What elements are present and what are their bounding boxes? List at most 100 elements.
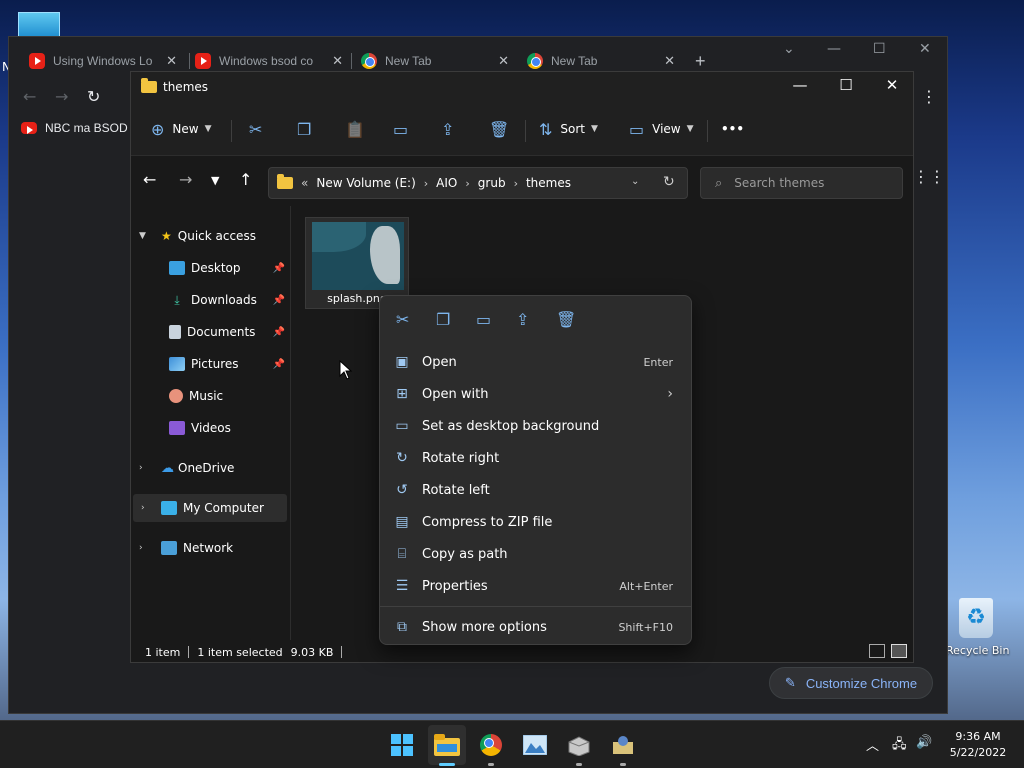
- back-icon[interactable]: ←: [23, 87, 36, 106]
- pin-icon: 📌: [272, 262, 285, 274]
- nav-item-music[interactable]: Music: [131, 382, 289, 410]
- breadcrumb-item[interactable]: AIO: [436, 176, 457, 190]
- start-windows-icon[interactable]: [388, 731, 416, 759]
- view-button[interactable]: ▭ View ▼: [629, 116, 694, 142]
- rename-button[interactable]: ▭: [393, 116, 416, 142]
- back-icon[interactable]: ←: [143, 170, 156, 189]
- close-tab-icon[interactable]: ✕: [498, 53, 509, 69]
- address-bar[interactable]: « New Volume (E:) › AIO › grub › themes …: [268, 167, 688, 199]
- details-view-icon[interactable]: [869, 644, 885, 658]
- context-quick-actions: ✂ ❐ ▭ ⇪ 🗑: [380, 304, 691, 336]
- nav-onedrive[interactable]: › ☁ OneDrive: [131, 454, 289, 482]
- chevron-right-icon[interactable]: ›: [139, 463, 143, 473]
- clock[interactable]: 9:36 AM 5/22/2022: [940, 729, 1016, 761]
- star-icon: ★: [161, 229, 172, 243]
- copy-button[interactable]: ❐: [297, 116, 319, 142]
- network-tray-icon[interactable]: 🖧: [892, 735, 907, 757]
- menu-item-copy-path[interactable]: ⌸ Copy as path: [384, 539, 687, 569]
- folder-icon: [141, 78, 157, 93]
- chevron-down-icon[interactable]: ▼: [139, 231, 146, 241]
- refresh-icon[interactable]: ↻: [663, 174, 675, 190]
- recent-locations-icon[interactable]: ▼: [211, 174, 219, 187]
- installer-box-icon[interactable]: [565, 731, 593, 759]
- menu-item-open-with[interactable]: ⊞ Open with ›: [384, 379, 687, 409]
- menu-label: Show more options: [422, 619, 547, 635]
- trash-icon[interactable]: 🗑: [556, 310, 576, 329]
- image-viewer-icon[interactable]: [521, 731, 549, 759]
- address-row: ← → ▼ ↑ « New Volume (E:) › AIO › grub ›…: [131, 156, 913, 206]
- breadcrumb-item[interactable]: New Volume (E:): [316, 176, 415, 190]
- copy-icon[interactable]: ❐: [436, 310, 450, 329]
- minimize-icon[interactable]: —: [777, 76, 823, 94]
- window-title: themes: [163, 80, 209, 94]
- nav-item-downloads[interactable]: ⤓ Downloads 📌: [131, 286, 289, 314]
- new-button[interactable]: ⊕ New ▼: [151, 116, 212, 142]
- nav-item-pictures[interactable]: Pictures 📌: [131, 350, 289, 378]
- thumbnail-view-icon[interactable]: [891, 644, 907, 658]
- breadcrumb-item[interactable]: grub: [478, 176, 506, 190]
- chevron-up-icon[interactable]: ︿: [866, 735, 879, 754]
- clock-date: 5/22/2022: [949, 746, 1007, 759]
- nav-network[interactable]: › Network: [131, 534, 289, 562]
- breadcrumb-item[interactable]: themes: [526, 176, 571, 190]
- customize-chrome-button[interactable]: ✎ Customize Chrome: [769, 667, 933, 699]
- menu-icon[interactable]: ⋮: [921, 87, 937, 106]
- close-icon[interactable]: ✕: [919, 41, 931, 57]
- sort-button[interactable]: ⇅ Sort ▼: [539, 116, 598, 142]
- pictures-icon: [169, 357, 185, 371]
- up-icon[interactable]: ↑: [239, 170, 252, 189]
- close-icon[interactable]: ✕: [869, 76, 915, 94]
- file-explorer-icon[interactable]: [433, 731, 461, 759]
- menu-item-show-more[interactable]: ⧉ Show more options Shift+F10: [384, 612, 687, 642]
- chevron-down-icon: ▼: [686, 124, 694, 134]
- chevron-right-icon[interactable]: ›: [141, 503, 145, 513]
- scissors-icon[interactable]: ✂: [396, 310, 409, 329]
- menu-item-compress-zip[interactable]: ▤ Compress to ZIP file: [384, 507, 687, 537]
- rename-icon[interactable]: ▭: [476, 310, 491, 329]
- pencil-icon: ✎: [784, 675, 796, 690]
- wallpaper-icon: ▭: [395, 418, 409, 434]
- reload-icon[interactable]: ↻: [87, 87, 100, 106]
- breadcrumb-overflow[interactable]: «: [301, 176, 308, 190]
- minimize-icon[interactable]: —: [827, 41, 841, 57]
- menu-item-rotate-left[interactable]: ↺ Rotate left: [384, 475, 687, 505]
- delete-button[interactable]: 🗑: [489, 116, 517, 142]
- forward-icon[interactable]: →: [179, 170, 192, 189]
- desktop-app-icon[interactable]: [18, 12, 60, 38]
- chrome-icon[interactable]: [477, 731, 505, 759]
- maximize-icon[interactable]: ☐: [873, 41, 886, 57]
- close-tab-icon[interactable]: ✕: [166, 53, 177, 69]
- chevron-right-icon[interactable]: ›: [139, 543, 143, 553]
- share-button[interactable]: ⇪: [441, 116, 462, 142]
- share-icon[interactable]: ⇪: [516, 310, 529, 329]
- apps-grid-icon[interactable]: ⋮⋮: [913, 167, 945, 186]
- maximize-icon[interactable]: ☐: [823, 76, 869, 94]
- more-options-button[interactable]: •••: [721, 116, 744, 142]
- nav-item-documents[interactable]: Documents 📌: [131, 318, 289, 346]
- menu-item-open[interactable]: ▣ Open Enter: [384, 347, 687, 377]
- nav-my-computer[interactable]: › My Computer: [133, 494, 287, 522]
- paste-button[interactable]: 📋: [345, 116, 373, 142]
- file-thumbnail: [312, 222, 404, 290]
- search-box[interactable]: ⌕ Search themes: [700, 167, 903, 199]
- bookmark-item[interactable]: NBC ma BSOD -: [21, 117, 135, 139]
- close-tab-icon[interactable]: ✕: [664, 53, 675, 69]
- nav-item-desktop[interactable]: Desktop 📌: [131, 254, 289, 282]
- recycle-bin[interactable]: ♻ Recycle Bin: [946, 598, 1009, 657]
- nav-quick-access[interactable]: ▼ ★ Quick access: [131, 222, 289, 250]
- desktop-icon: [169, 261, 185, 275]
- selection-size: 9.03 KB: [290, 645, 334, 659]
- nav-item-videos[interactable]: Videos: [131, 414, 289, 442]
- forward-icon[interactable]: →: [55, 87, 68, 106]
- setup-tool-icon[interactable]: [609, 731, 637, 759]
- volume-icon[interactable]: 🔊: [916, 735, 932, 750]
- menu-item-set-background[interactable]: ▭ Set as desktop background: [384, 411, 687, 441]
- download-icon: ⤓: [174, 292, 180, 307]
- nav-label: Documents: [187, 325, 256, 339]
- close-tab-icon[interactable]: ✕: [332, 53, 343, 69]
- tab-search-icon[interactable]: ⌄: [783, 41, 795, 57]
- menu-item-properties[interactable]: ☰ Properties Alt+Enter: [384, 571, 687, 601]
- address-dropdown-icon[interactable]: ⌄: [631, 176, 639, 187]
- cut-button[interactable]: ✂: [249, 116, 270, 142]
- menu-item-rotate-right[interactable]: ↻ Rotate right: [384, 443, 687, 473]
